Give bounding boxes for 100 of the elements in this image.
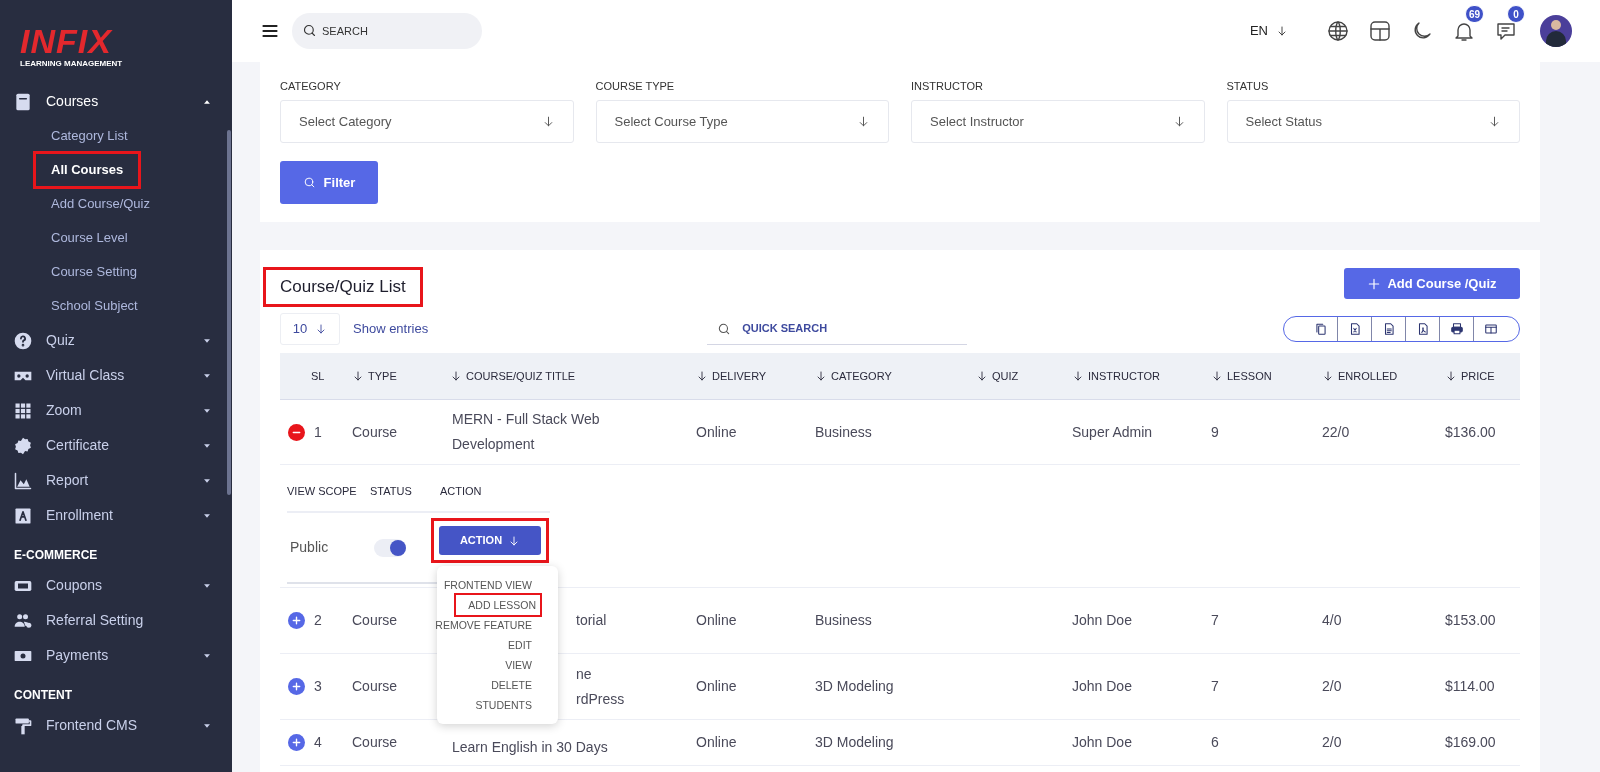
column-header: ACTION	[440, 483, 483, 499]
table-cell: Online	[696, 612, 737, 628]
filter-label: COURSE TYPE	[595, 79, 676, 94]
search-field[interactable]: SEARCH	[292, 13, 482, 49]
column-header[interactable]: INSTRUCTOR	[1070, 367, 1209, 385]
menu-item[interactable]: ADD LESSON	[456, 595, 540, 615]
column-header[interactable]: DELIVERY	[694, 367, 813, 385]
section-heading: CONTENT	[13, 687, 73, 704]
column-header[interactable]: PRICE	[1443, 367, 1522, 385]
menu-item[interactable]: VIEW	[501, 655, 536, 675]
nav-item[interactable]: Zoom	[0, 393, 232, 428]
table-cell: John Doe	[1072, 734, 1132, 750]
language-dropdown[interactable]: EN	[1249, 21, 1288, 41]
table-cell: 7	[1211, 612, 1219, 628]
submenu-link[interactable]: Course Setting	[36, 256, 152, 288]
search-icon	[302, 23, 317, 38]
column-header[interactable]: COURSE/QUIZ TITLE	[448, 367, 694, 385]
table-cell: Super Admin	[1072, 423, 1153, 440]
nav-item[interactable]: Referral Setting	[0, 603, 232, 638]
menu-item[interactable]: REMOVE FEATURE	[431, 615, 536, 635]
nav-item[interactable]: Coupons	[0, 568, 232, 603]
filter-button[interactable]: Filter	[280, 161, 378, 204]
table-cell-text: 2	[314, 611, 322, 630]
arrow-down-icon	[815, 370, 827, 382]
copy-icon[interactable]	[1313, 321, 1328, 336]
table-cell: John Doe	[1072, 678, 1132, 694]
table-cell: $153.00	[1445, 612, 1496, 628]
avatar[interactable]	[1540, 15, 1572, 47]
nav-item[interactable]: Enrollment	[0, 498, 232, 533]
table-cell: Online	[696, 734, 737, 750]
table-cell-text: Public	[289, 538, 330, 557]
menu-item[interactable]: EDIT	[504, 635, 536, 655]
column-header[interactable]: QUIZ	[974, 367, 1070, 385]
submenu-link[interactable]: Course Level	[36, 222, 143, 254]
arrow-down-icon	[976, 370, 988, 382]
submenu-link[interactable]: Add Course/Quiz	[36, 188, 165, 220]
plus-icon	[291, 737, 302, 748]
globe-icon[interactable]	[1326, 19, 1350, 43]
expand-toggle[interactable]	[288, 612, 305, 629]
select-field[interactable]: Select Course Type	[595, 100, 889, 143]
table-cell: 7	[1211, 678, 1219, 694]
search-icon	[717, 321, 732, 336]
count-badge: 0	[1507, 5, 1525, 23]
submenu-link[interactable]: Category List	[36, 120, 143, 152]
scrollbar-thumb[interactable]	[227, 130, 231, 495]
table-cell: 2/0	[1322, 678, 1342, 694]
select-field[interactable]: Select Instructor	[911, 100, 1205, 143]
plus-icon	[1367, 276, 1382, 291]
search-icon	[302, 176, 316, 189]
nav-item[interactable]: Payments	[0, 638, 232, 673]
table-cell: Course	[352, 423, 398, 440]
column-header[interactable]: ENROLLED	[1320, 367, 1443, 385]
arrow-down-icon	[1211, 370, 1223, 382]
add-course-button[interactable]: Add Course /Quiz	[1344, 268, 1520, 299]
nav-item[interactable]: Courses	[0, 84, 232, 119]
expand-toggle[interactable]	[288, 678, 305, 695]
table-cell-text: ne rdPress	[576, 664, 626, 709]
table-cell: Business	[815, 612, 872, 628]
nav-item[interactable]: Frontend CMS	[0, 708, 232, 743]
column-header[interactable]: CATEGORY	[813, 367, 974, 385]
columns-icon[interactable]	[1484, 321, 1498, 336]
menu-item[interactable]: FRONTEND VIEW	[439, 575, 536, 595]
quick-search-field[interactable]: QUICK SEARCH	[707, 312, 968, 345]
menu-item[interactable]: STUDENTS	[471, 695, 536, 715]
table-cell: 22/0	[1322, 423, 1350, 440]
table-cell: John Doe	[1072, 612, 1132, 628]
nav-item[interactable]: Certificate	[0, 428, 232, 463]
question-icon	[12, 330, 34, 351]
nav-item[interactable]: Virtual Class	[0, 358, 232, 393]
filter-label: CATEGORY	[280, 79, 342, 94]
action-button[interactable]: ACTION	[439, 526, 541, 555]
layout-icon[interactable]	[1368, 19, 1392, 43]
arrow-down-icon	[696, 370, 708, 382]
menu-item[interactable]: DELETE	[487, 675, 536, 695]
page-size-select[interactable]: 10	[280, 312, 340, 345]
table-cell: Course	[352, 734, 398, 750]
column-header[interactable]: LESSON	[1209, 367, 1320, 385]
nav-item[interactable]: Quiz	[0, 323, 232, 358]
arrow-down-icon	[1276, 25, 1288, 37]
logo-text: INFIX	[20, 24, 114, 58]
table-cell: Business	[815, 423, 872, 440]
status-toggle[interactable]	[374, 538, 406, 557]
nav-item[interactable]: Report	[0, 463, 232, 498]
column-header[interactable]: TYPE	[350, 367, 448, 385]
filter-label: INSTRUCTOR	[911, 79, 984, 94]
table-cell: 3D Modeling	[815, 678, 894, 694]
submenu-link[interactable]: School Subject	[36, 290, 153, 322]
table-cell: Online	[696, 678, 737, 694]
filter-label: STATUS	[1226, 79, 1270, 94]
table-cell: Online	[696, 423, 737, 440]
submenu-link[interactable]: All Courses	[36, 154, 139, 186]
select-field[interactable]: Select Category	[280, 100, 574, 143]
table-cell-text: Learn English in 30 Days	[452, 738, 609, 757]
table-cell: 9	[1211, 423, 1219, 440]
select-field[interactable]: Select Status	[1226, 100, 1520, 143]
expand-toggle[interactable]	[288, 423, 305, 441]
expand-toggle[interactable]	[288, 734, 305, 751]
table-cell-text: 3	[314, 677, 322, 696]
table-cell: 3D Modeling	[815, 734, 894, 750]
print-icon[interactable]	[1449, 321, 1464, 336]
